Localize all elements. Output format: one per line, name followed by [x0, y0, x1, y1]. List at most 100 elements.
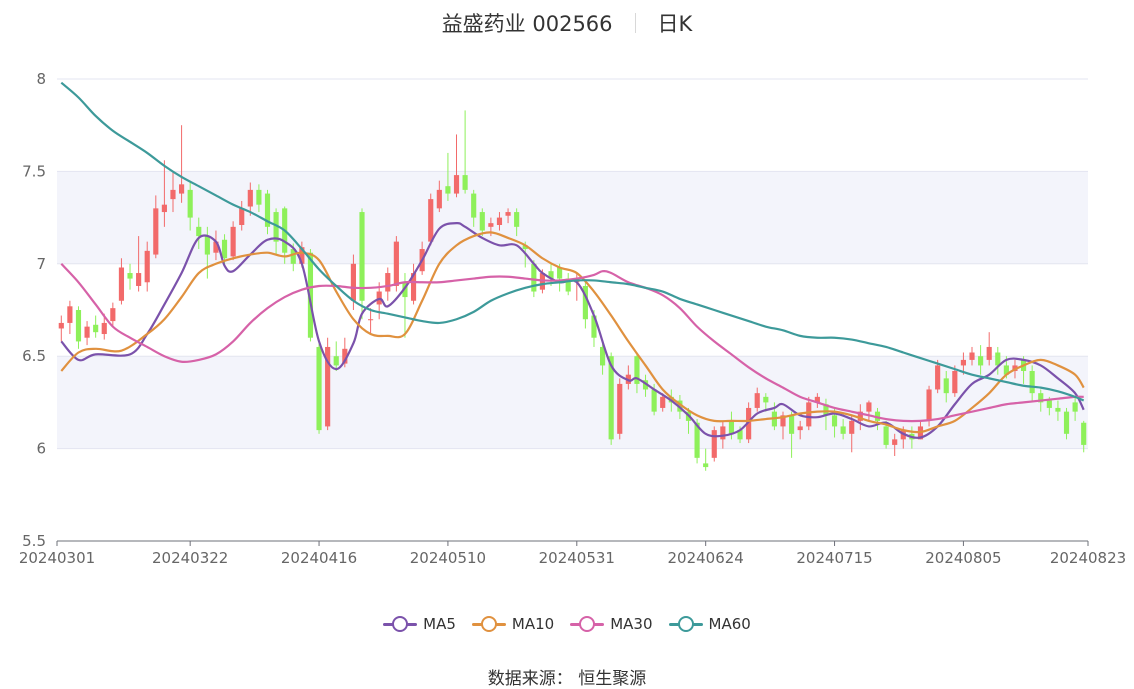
candle-body	[153, 208, 159, 255]
plot-bands	[57, 171, 1088, 449]
candle-body	[935, 365, 941, 390]
candlestick-chart: 5.566.577.58 20240301 20240322 20240416 202…	[19, 70, 1126, 567]
legend-label: MA5	[423, 615, 456, 633]
x-tick-label: 20240416	[281, 549, 357, 567]
candle-body	[428, 199, 434, 242]
candle-body	[866, 402, 872, 412]
candle	[359, 208, 365, 320]
candle	[93, 315, 99, 338]
legend-item-ma10[interactable]: MA10	[471, 615, 555, 633]
candle-body	[754, 393, 760, 408]
candle	[582, 282, 588, 329]
legend-line-icon	[668, 616, 703, 632]
candle-body	[969, 352, 975, 360]
candle-body	[179, 184, 185, 194]
candle	[316, 341, 322, 434]
y-tick-label: 6.5	[22, 347, 46, 365]
x-tick-label: 20240624	[667, 549, 743, 567]
candle-body	[651, 389, 657, 412]
candle	[75, 306, 82, 349]
candle	[58, 315, 64, 342]
candle-body	[763, 396, 769, 403]
candle	[565, 273, 571, 296]
candle-body	[144, 250, 150, 283]
candle-body	[488, 223, 494, 227]
candle-body	[368, 319, 374, 321]
candle-body	[247, 189, 253, 207]
candle	[325, 337, 331, 431]
candle-body	[67, 306, 73, 323]
candle-body	[75, 310, 82, 342]
candle-body	[187, 189, 193, 218]
candle-body	[462, 175, 468, 190]
x-tick-label: 20240805	[925, 549, 1001, 567]
candle-body	[514, 212, 520, 227]
candle-body	[161, 204, 167, 213]
candle-body	[239, 208, 245, 225]
candle	[453, 134, 460, 198]
y-tick-label: 7.5	[22, 162, 46, 180]
candle	[118, 258, 125, 305]
candle-body	[986, 346, 992, 360]
candle-body	[256, 189, 262, 205]
candle-body	[479, 212, 485, 231]
candle-body	[831, 415, 838, 427]
candle-body	[978, 356, 984, 366]
legend-label: MA30	[610, 615, 653, 633]
candle-body	[136, 273, 142, 286]
x-tick-label: 20240322	[152, 549, 228, 567]
candle-body	[926, 389, 932, 421]
candle-body	[660, 396, 666, 408]
candle-body	[385, 273, 391, 292]
candle-body	[196, 226, 202, 237]
candle-body	[221, 239, 228, 259]
legend-item-ma60[interactable]: MA60	[668, 615, 751, 633]
candle-body	[711, 430, 717, 458]
plot-band	[57, 171, 1088, 264]
candle-body	[960, 359, 966, 366]
candle-body	[84, 326, 90, 338]
y-axis: 5.5 6 6.5 7 7.5 8	[22, 70, 46, 550]
candle-body	[1081, 422, 1087, 445]
candle-body	[883, 426, 889, 445]
candle-body	[350, 263, 356, 301]
candle	[711, 426, 717, 462]
candle-body	[316, 346, 322, 431]
candle-body	[436, 189, 442, 209]
candle	[179, 125, 185, 203]
legend-item-ma30[interactable]: MA30	[570, 615, 653, 633]
x-tick-label: 20240531	[539, 549, 615, 567]
candle-body	[93, 324, 99, 333]
candle-body	[471, 193, 477, 218]
candle-body	[170, 189, 176, 200]
candle-body	[943, 378, 949, 394]
candle-body	[617, 383, 623, 434]
candle-body	[892, 439, 898, 445]
candle-body	[1072, 402, 1078, 412]
candle-body	[849, 420, 855, 434]
y-tick-label: 8	[36, 70, 46, 88]
candle-body	[1046, 400, 1052, 408]
data-source-note: 数据来源： 恒生聚源	[487, 669, 647, 689]
candle-body	[110, 308, 116, 322]
x-axis: 20240301 20240322 20240416 20240510 20240531…	[19, 540, 1126, 567]
candle-body	[101, 322, 107, 335]
candle-body	[720, 426, 726, 440]
candle-body	[118, 267, 125, 301]
candle-body	[505, 212, 511, 216]
legend-line-icon	[383, 616, 418, 632]
legend-item-ma5[interactable]: MA5	[383, 615, 456, 633]
candle-body	[531, 263, 537, 292]
legend-label: MA60	[708, 615, 751, 633]
candle-body	[840, 426, 846, 434]
legend-line-icon	[471, 616, 506, 632]
x-tick-label: 20240301	[19, 549, 95, 567]
candle	[617, 378, 623, 440]
legend-label: MA10	[511, 615, 555, 633]
candle-body	[496, 217, 503, 225]
candle-body	[1055, 407, 1061, 412]
plot-band	[57, 356, 1088, 449]
legend-line-icon	[570, 616, 605, 632]
candle-body	[333, 356, 339, 366]
candle	[230, 221, 236, 261]
